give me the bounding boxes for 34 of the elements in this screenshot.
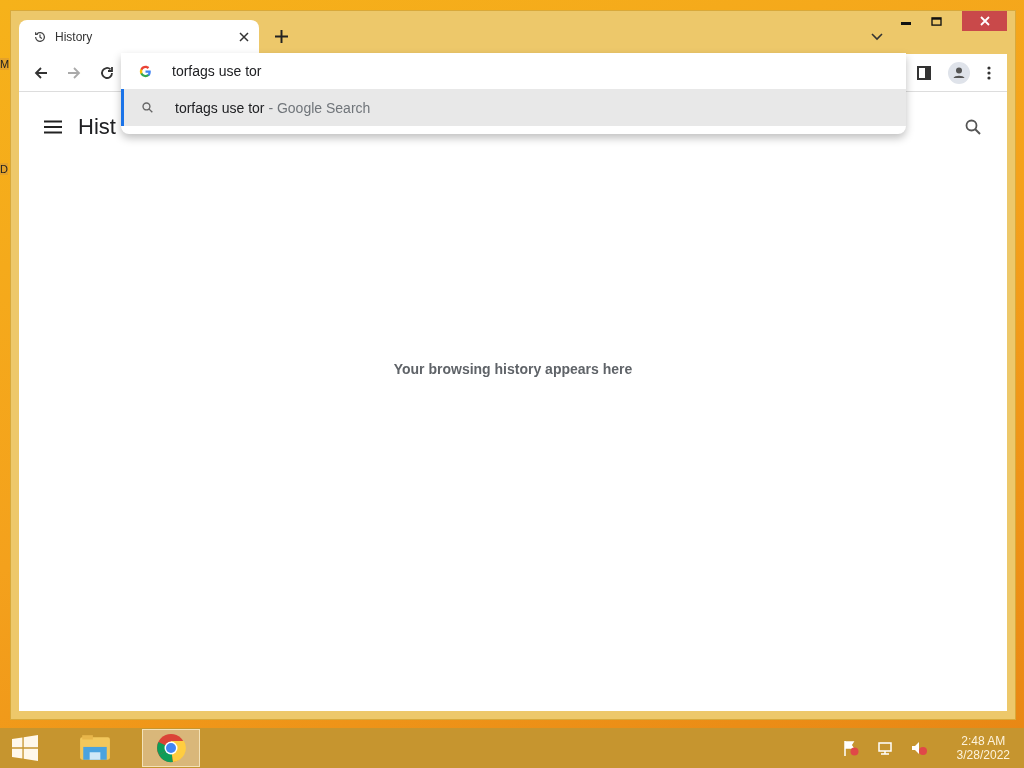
page-title: Hist <box>78 114 116 140</box>
chrome-icon <box>156 733 186 763</box>
desktop-icon-label: D <box>0 163 8 175</box>
side-panel-icon[interactable] <box>917 65 931 80</box>
minimize-icon[interactable] <box>901 21 911 25</box>
desktop-icon-label: M <box>0 58 10 70</box>
plus-icon[interactable] <box>275 30 288 43</box>
address-field[interactable]: torfags use tor <box>172 63 906 79</box>
suggestion-item[interactable]: torfags use tor - Google Search <box>121 89 906 126</box>
search-icon[interactable] <box>965 119 981 135</box>
chevron-down-icon[interactable] <box>871 33 883 41</box>
back-icon[interactable] <box>33 64 49 81</box>
close-button[interactable] <box>962 11 1007 31</box>
close-icon <box>979 16 990 26</box>
clock-date: 3/28/2022 <box>956 748 1010 762</box>
profile-icon[interactable] <box>948 61 970 84</box>
g-logo-icon <box>139 64 152 78</box>
tab-title: History <box>55 30 94 44</box>
clock-time: 2:48 AM <box>961 734 1006 748</box>
reload-icon[interactable] <box>99 64 115 81</box>
more-icon[interactable] <box>987 65 991 80</box>
empty-message: Your browsing history appears here <box>393 360 633 377</box>
history-icon <box>33 30 47 44</box>
speaker-icon <box>910 740 927 756</box>
maximize-icon[interactable] <box>931 16 942 26</box>
menu-icon[interactable] <box>44 120 62 134</box>
windows-logo-icon[interactable] <box>12 735 38 761</box>
browser-tab[interactable]: History <box>19 20 259 54</box>
network-icon <box>876 740 893 756</box>
taskbar-app[interactable] <box>142 729 200 767</box>
flag-icon <box>842 740 859 756</box>
close-icon[interactable] <box>239 32 249 42</box>
search-icon <box>142 102 153 113</box>
folder-icon <box>79 734 111 762</box>
